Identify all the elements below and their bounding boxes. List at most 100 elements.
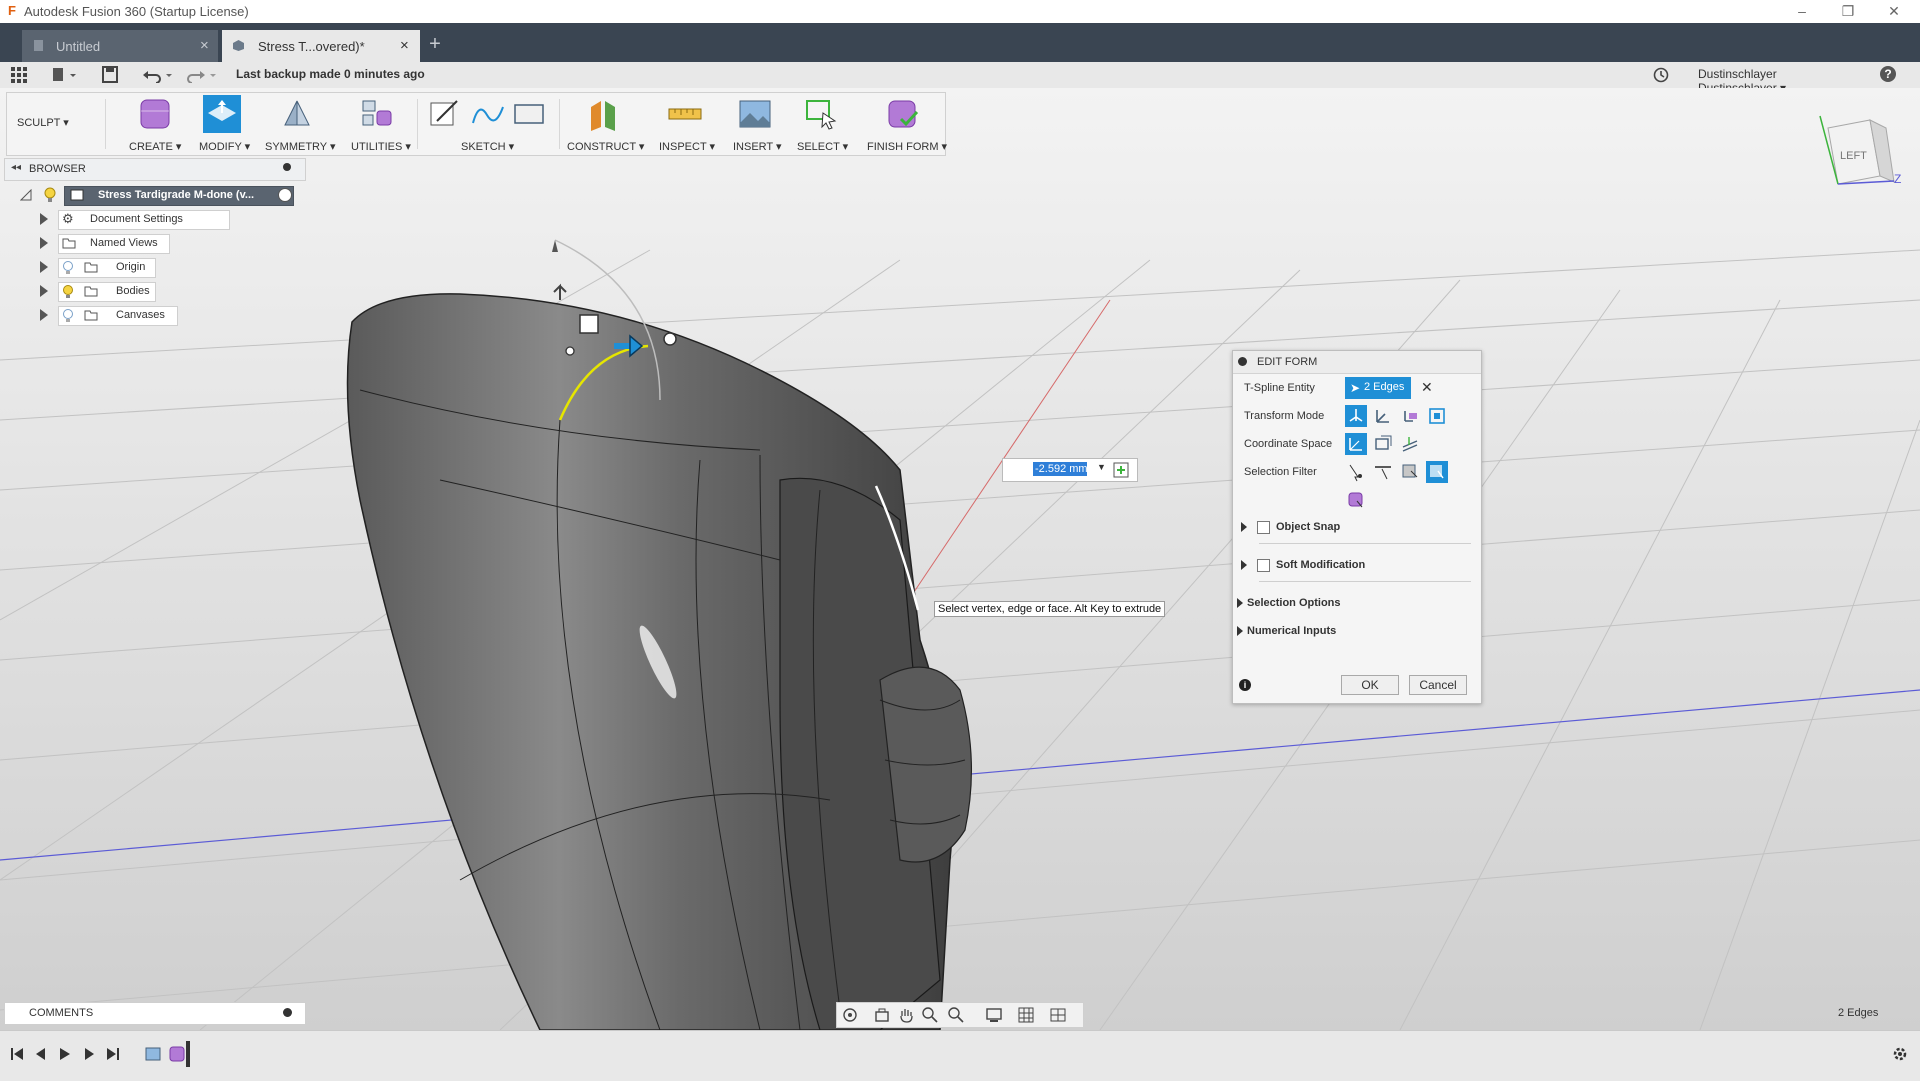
sketch-menu[interactable]: SKETCH ▾ <box>423 93 553 155</box>
collapse-icon[interactable] <box>20 189 32 201</box>
look-at-icon[interactable] <box>873 1006 891 1024</box>
view-space-icon[interactable] <box>1372 433 1394 455</box>
object-snap-checkbox[interactable] <box>1257 521 1270 534</box>
move-arrow-up-icon[interactable] <box>553 283 567 300</box>
insert-menu[interactable]: INSERT ▾ <box>723 93 785 155</box>
timeline-marker[interactable] <box>186 1041 190 1067</box>
timeline-form-icon[interactable] <box>168 1045 186 1063</box>
expand-icon[interactable] <box>1237 598 1243 608</box>
numerical-inputs-label[interactable]: Numerical Inputs <box>1247 625 1336 637</box>
viewcube-face-label[interactable]: LEFT <box>1840 150 1867 162</box>
close-icon[interactable]: × <box>200 37 209 54</box>
browser-item-canvases[interactable]: Canvases <box>38 306 238 326</box>
world-space-icon[interactable] <box>1345 433 1367 455</box>
transform-rotate-icon[interactable] <box>1399 405 1421 427</box>
symmetry-icon <box>284 100 310 126</box>
viewports-icon[interactable] <box>1049 1006 1067 1024</box>
modify-menu[interactable]: MODIFY ▾ <box>191 93 253 155</box>
orbit-icon[interactable] <box>841 1006 859 1024</box>
file-menu-icon[interactable] <box>52 67 78 83</box>
grid-settings-icon[interactable] <box>1017 1006 1035 1024</box>
soft-modification-checkbox[interactable] <box>1257 559 1270 572</box>
dialog-header[interactable]: EDIT FORM <box>1233 351 1481 374</box>
selection-options-label[interactable]: Selection Options <box>1247 597 1341 609</box>
comments-title: COMMENTS <box>29 1007 94 1019</box>
browser-item-document-settings[interactable]: ⚙ Document Settings <box>38 210 238 230</box>
browser-root-item[interactable]: Stress Tardigrade M-done (v... <box>20 186 300 206</box>
lightbulb-icon[interactable] <box>62 284 74 300</box>
ok-button[interactable]: OK <box>1341 675 1399 695</box>
comments-panel[interactable]: COMMENTS <box>4 1002 306 1025</box>
add-comment-icon[interactable] <box>283 1008 292 1017</box>
transform-multi-icon[interactable] <box>1345 405 1367 427</box>
browser-item-label: Named Views <box>90 237 158 249</box>
workspace-switcher[interactable]: SCULPT ▾ <box>17 116 69 129</box>
create-menu[interactable]: CREATE ▾ <box>119 93 189 155</box>
tab-stress-tardigrade[interactable]: Stress T...overed)* × <box>222 30 420 62</box>
lightbulb-off-icon[interactable] <box>62 308 74 324</box>
pan-hand-icon[interactable] <box>897 1006 915 1024</box>
browser-item-origin[interactable]: Origin <box>38 258 238 278</box>
plane-dot-handle[interactable] <box>565 346 575 356</box>
tspline-body[interactable] <box>346 293 973 1030</box>
insert-image-icon <box>739 100 771 128</box>
undo-icon[interactable] <box>142 67 174 83</box>
select-menu[interactable]: SELECT ▾ <box>791 93 848 155</box>
scale-handle-icon[interactable] <box>579 314 599 334</box>
clear-selection-icon[interactable]: ✕ <box>1421 379 1433 396</box>
close-icon[interactable]: × <box>400 37 409 54</box>
filter-face-icon[interactable] <box>1399 461 1421 483</box>
collapse-dialog-icon[interactable] <box>1238 357 1247 366</box>
zoom-icon[interactable] <box>921 1006 939 1024</box>
distance-input[interactable]: -2.592 mm <box>1033 462 1087 476</box>
go-to-start-icon[interactable] <box>8 1045 26 1063</box>
job-status-clock-icon[interactable] <box>1653 67 1669 83</box>
add-input-icon[interactable] <box>1113 462 1129 478</box>
go-to-end-icon[interactable] <box>104 1045 122 1063</box>
finish-form-menu[interactable]: FINISH FORM ▾ <box>859 93 947 155</box>
rotate-dot-handle[interactable] <box>663 332 677 346</box>
dropdown-arrow-icon[interactable]: ▼ <box>1097 462 1106 472</box>
timeline-canvas-icon[interactable] <box>144 1045 162 1063</box>
pin-panel-icon[interactable] <box>283 163 291 171</box>
step-forward-icon[interactable] <box>80 1045 98 1063</box>
step-back-icon[interactable] <box>32 1045 50 1063</box>
zoom-window-icon[interactable] <box>947 1006 965 1024</box>
transform-translate-icon[interactable] <box>1372 405 1394 427</box>
lightbulb-off-icon[interactable] <box>62 260 74 276</box>
filter-vertex-icon[interactable] <box>1345 461 1367 483</box>
info-icon[interactable]: i <box>1239 679 1251 691</box>
filter-edge-icon[interactable] <box>1372 461 1394 483</box>
play-icon[interactable] <box>56 1045 74 1063</box>
filter-object-icon[interactable] <box>1345 489 1367 511</box>
lightbulb-icon[interactable] <box>44 187 56 203</box>
close-icon[interactable]: ✕ <box>1871 0 1917 23</box>
browser-item-named-views[interactable]: Named Views <box>38 234 238 254</box>
new-tab-button[interactable]: + <box>422 32 448 58</box>
utilities-menu[interactable]: UTILITIES ▾ <box>343 93 413 155</box>
help-icon[interactable]: ? <box>1880 66 1896 82</box>
transform-scale-icon[interactable] <box>1426 405 1448 427</box>
minimize-icon[interactable]: – <box>1779 0 1825 23</box>
display-settings-icon[interactable] <box>985 1006 1003 1024</box>
inspect-menu[interactable]: INSPECT ▾ <box>651 93 717 155</box>
activate-radio-icon[interactable] <box>278 188 292 202</box>
timeline-settings-gear-icon[interactable] <box>1891 1045 1909 1063</box>
expand-icon[interactable] <box>1241 522 1247 532</box>
restore-icon[interactable]: ❐ <box>1825 0 1871 23</box>
browser-panel-header[interactable]: ◂◂ BROWSER <box>4 158 306 181</box>
filter-body-icon[interactable] <box>1426 461 1448 483</box>
redo-icon[interactable] <box>186 67 218 83</box>
save-icon[interactable] <box>102 66 118 83</box>
browser-item-bodies[interactable]: Bodies <box>38 282 238 302</box>
expand-icon[interactable] <box>1237 626 1243 636</box>
tab-untitled[interactable]: Untitled × <box>22 30 218 62</box>
collapse-panel-icon[interactable]: ◂◂ <box>11 162 21 173</box>
symmetry-menu[interactable]: SYMMETRY ▾ <box>259 93 336 155</box>
expand-icon[interactable] <box>1241 560 1247 570</box>
app-grid-icon[interactable] <box>11 67 27 83</box>
local-space-icon[interactable] <box>1399 433 1421 455</box>
cancel-button[interactable]: Cancel <box>1409 675 1467 695</box>
tspline-entity-selector[interactable]: ➤ 2 Edges <box>1345 377 1411 399</box>
construct-menu[interactable]: CONSTRUCT ▾ <box>563 93 644 155</box>
